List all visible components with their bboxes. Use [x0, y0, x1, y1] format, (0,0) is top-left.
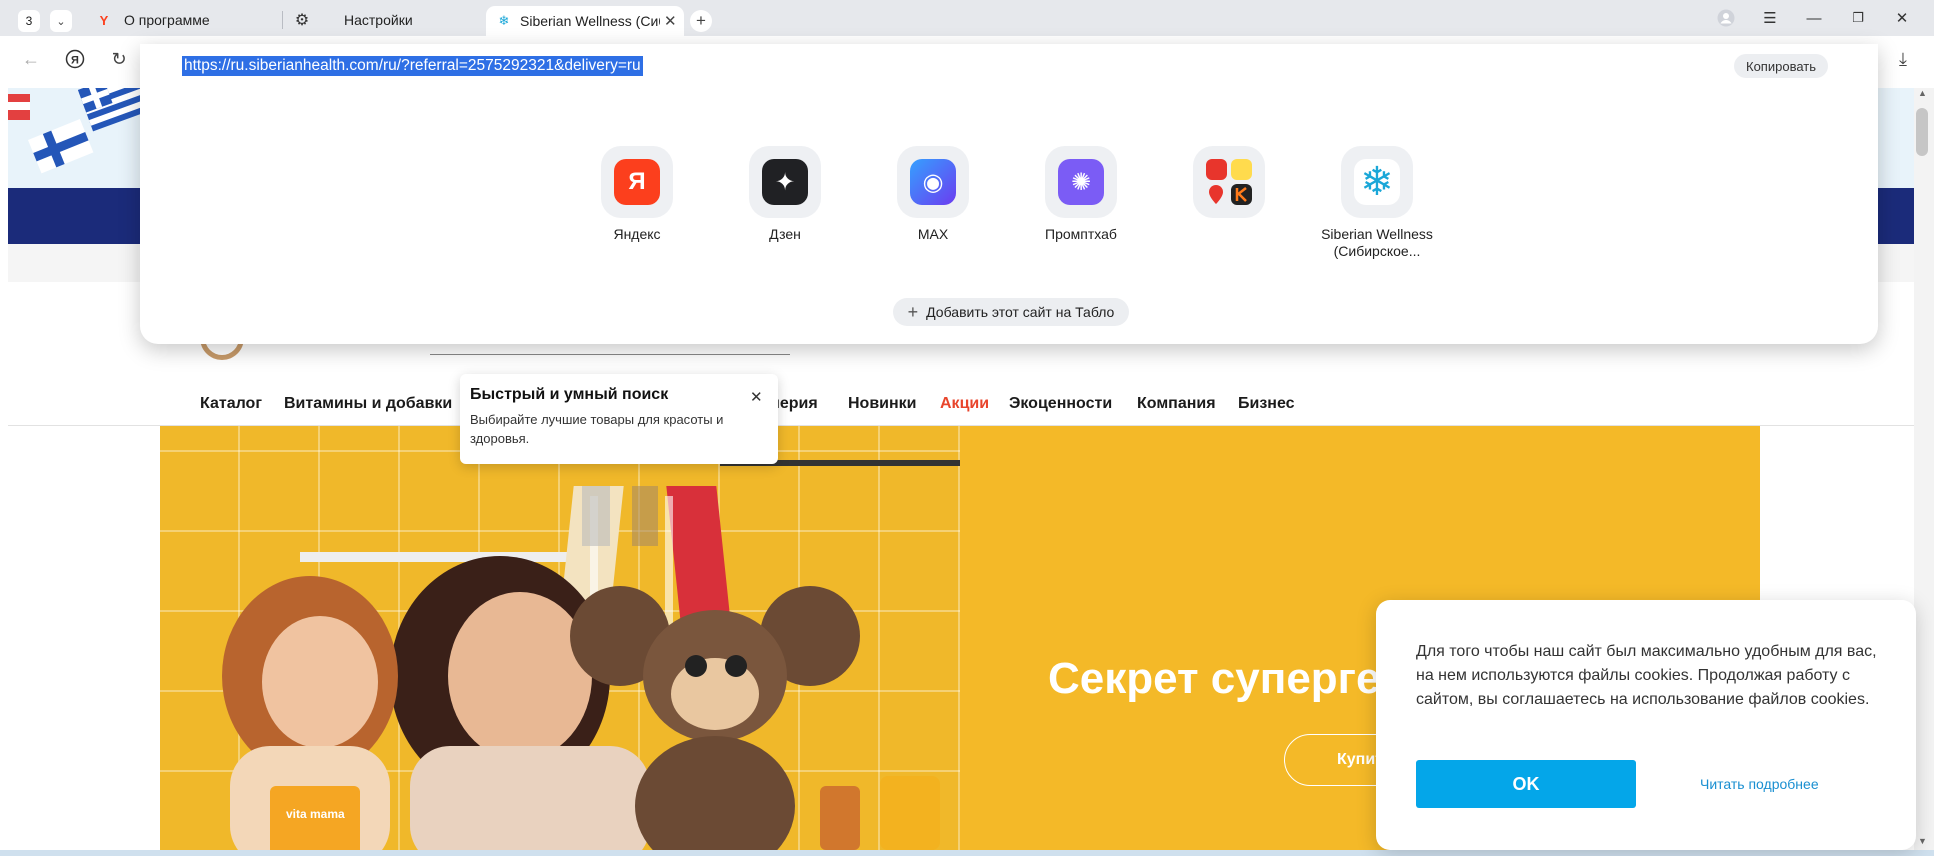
menu-eco[interactable]: Экоценности — [1009, 395, 1112, 413]
tile-label: Siberian Wellness (Сибирское... — [1321, 226, 1433, 259]
gear-icon: ⚙ — [294, 12, 310, 29]
yandex-logo-icon: Y — [99, 12, 109, 28]
yandex-apps-icon — [1206, 159, 1252, 205]
speed-dial-siberian-wellness[interactable]: ❄ Siberian Wellness (Сибирское... — [1307, 146, 1447, 260]
yandex-icon: Я — [614, 159, 660, 205]
menu-promo[interactable]: Акции — [940, 395, 989, 413]
scroll-up-icon[interactable]: ▲ — [1918, 88, 1927, 98]
close-window-icon[interactable]: ✕ — [1892, 8, 1912, 28]
yandex-home-icon[interactable]: Я — [64, 48, 86, 70]
cookie-banner: Для того чтобы наш сайт был максимально … — [1376, 600, 1916, 850]
speed-dial-yandex-apps[interactable] — [1159, 146, 1299, 226]
add-site-label: Добавить этот сайт на Табло — [926, 304, 1115, 320]
tab-divider — [282, 11, 283, 29]
tab-bar: 3 ⌄ Y О программе ⚙ Настройки ❄ Siberian… — [0, 0, 1934, 36]
speed-dial-dzen[interactable]: ✦ Дзен — [715, 146, 855, 243]
close-tab-icon[interactable]: ✕ — [664, 12, 677, 30]
menu-vitamins[interactable]: Витамины и добавки — [284, 395, 452, 413]
bottom-strip — [0, 850, 1934, 856]
tab-list-chevron-icon[interactable]: ⌄ — [50, 10, 72, 32]
add-site-button[interactable]: + Добавить этот сайт на Табло — [893, 298, 1129, 326]
tooltip-close-icon[interactable]: ✕ — [750, 388, 763, 406]
hero-image[interactable]: vita mama — [160, 426, 960, 850]
tab-settings[interactable]: ⚙ Настройки — [294, 7, 474, 33]
max-icon: ◉ — [910, 159, 956, 205]
tile-label: Яндекс — [613, 226, 661, 242]
tab-counter[interactable]: 3 — [18, 10, 40, 32]
scroll-down-icon[interactable]: ▼ — [1918, 836, 1927, 846]
tab-about[interactable]: Y О программе — [96, 7, 276, 33]
site-search-input[interactable] — [430, 354, 790, 355]
tile-label: Промптхаб — [1045, 226, 1117, 242]
search-tooltip: Быстрый и умный поиск Выбирайте лучшие т… — [460, 374, 778, 464]
dzen-icon: ✦ — [762, 159, 808, 205]
menu-new[interactable]: Новинки — [848, 395, 917, 413]
minimize-icon[interactable]: — — [1804, 8, 1824, 28]
snowflake-icon: ❄ — [498, 13, 510, 28]
speed-dial-max[interactable]: ◉ MAX — [863, 146, 1003, 243]
snowflake-icon: ❄ — [1354, 159, 1400, 205]
cookie-more-link[interactable]: Читать подробнее — [1700, 776, 1819, 792]
menu-icon[interactable]: ☰ — [1760, 8, 1780, 28]
menu-business[interactable]: Бизнес — [1238, 395, 1295, 413]
tab-siberian-wellness[interactable]: ❄ Siberian Wellness (Сиби ✕ — [486, 6, 684, 36]
profile-avatar-icon[interactable] — [1716, 8, 1736, 28]
tile-label: Дзен — [769, 226, 801, 242]
speed-dial-yandex[interactable]: Я Яндекс — [567, 146, 707, 243]
scrollbar-thumb[interactable] — [1916, 108, 1928, 156]
prompthub-icon: ✺ — [1058, 159, 1104, 205]
tab-label: Настройки — [344, 12, 413, 28]
hero-illustration: vita mama — [222, 460, 960, 850]
cookie-text: Для того чтобы наш сайт был максимально … — [1416, 643, 1877, 708]
plus-icon: + — [907, 301, 919, 322]
tab-label: Siberian Wellness (Сиби — [520, 13, 660, 29]
address-input[interactable]: https://ru.siberianhealth.com/ru/?referr… — [182, 56, 643, 76]
svg-text:Я: Я — [71, 55, 79, 67]
speed-dial-prompthub[interactable]: ✺ Промптхаб — [1011, 146, 1151, 243]
hero-title: Секрет суперге — [1048, 654, 1381, 703]
menu-catalog[interactable]: Каталог — [200, 395, 262, 413]
cookie-ok-button[interactable]: OK — [1416, 760, 1636, 808]
tooltip-text: Выбирайте лучшие товары для красоты и зд… — [470, 412, 724, 446]
download-icon[interactable]: ⤓ — [1892, 48, 1914, 70]
tooltip-title: Быстрый и умный поиск — [470, 386, 669, 403]
reload-icon[interactable]: ↻ — [108, 48, 130, 70]
menu-company[interactable]: Компания — [1137, 395, 1216, 413]
tab-label: О программе — [124, 12, 210, 28]
restore-window-icon[interactable]: ❐ — [1848, 8, 1868, 28]
new-tab-button[interactable]: + — [690, 10, 712, 32]
product-pack-text: vita mama — [286, 807, 345, 821]
copy-url-button[interactable]: Копировать — [1734, 54, 1828, 78]
back-arrow-icon[interactable]: ← — [20, 48, 42, 70]
page-scrollbar[interactable] — [1914, 88, 1934, 850]
tile-label: MAX — [917, 226, 949, 242]
